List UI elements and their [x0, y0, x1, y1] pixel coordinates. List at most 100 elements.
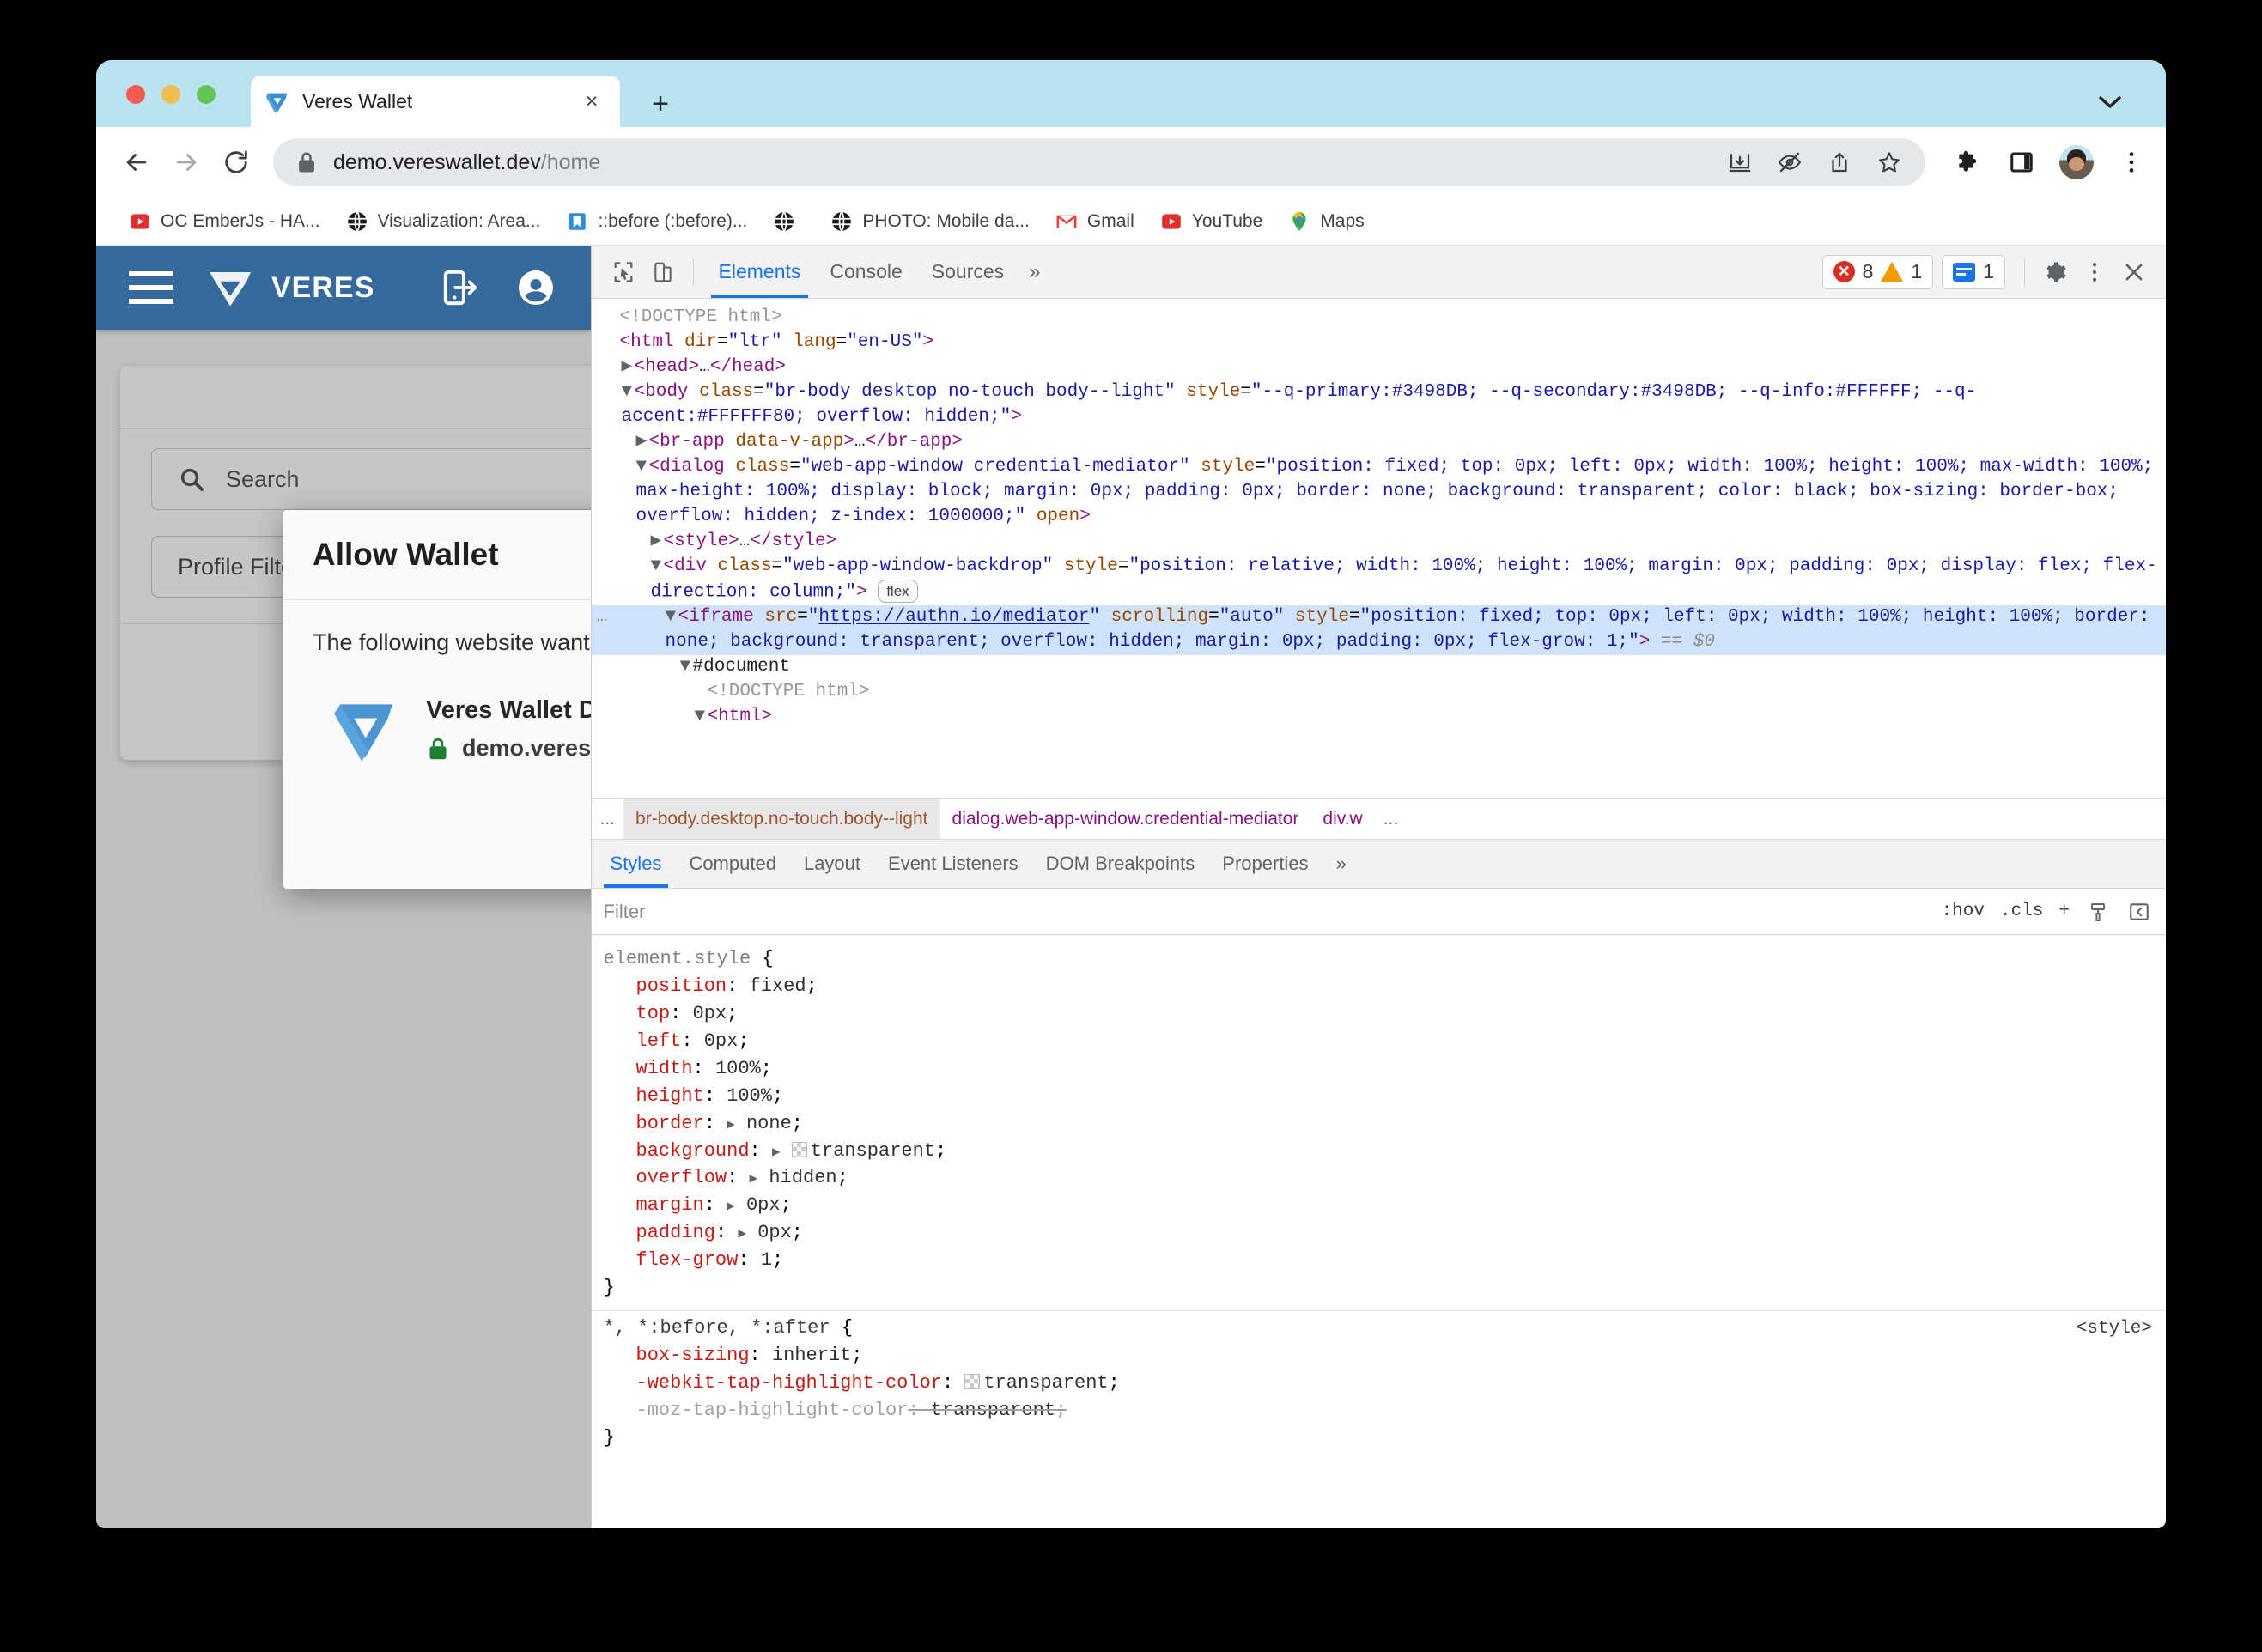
- address-bar[interactable]: demo.vereswallet.dev/home: [273, 138, 1925, 186]
- css-value[interactable]: transparent: [931, 1400, 1055, 1421]
- css-property[interactable]: background: [604, 1138, 750, 1165]
- dom-node[interactable]: ▼ <div class="web-app-window-backdrop" st…: [592, 555, 2166, 605]
- cls-toggle[interactable]: .cls: [2000, 902, 2043, 921]
- styles-more-tabs[interactable]: »: [1323, 840, 1360, 888]
- expand-triangle-icon[interactable]: ▼: [622, 380, 635, 405]
- filter-input[interactable]: Filter: [604, 901, 1942, 923]
- bookmark-item[interactable]: [763, 205, 815, 238]
- expand-triangle-icon[interactable]: ▼: [666, 605, 678, 630]
- css-value[interactable]: none: [746, 1113, 792, 1134]
- browser-tab[interactable]: Veres Wallet ×: [251, 76, 620, 127]
- expand-triangle-icon[interactable]: ▶: [727, 1117, 735, 1133]
- expand-triangle-icon[interactable]: ▶: [651, 530, 664, 555]
- css-property[interactable]: position: [604, 973, 727, 1000]
- tab-layout[interactable]: Layout: [790, 840, 874, 888]
- message-counter[interactable]: 1: [1942, 254, 2005, 289]
- css-declaration[interactable]: overflow: ▶ hidden;: [604, 1164, 2154, 1192]
- more-tabs-button[interactable]: »: [1019, 260, 1050, 284]
- forward-arrow-icon[interactable]: [161, 137, 211, 187]
- breadcrumb-item[interactable]: ...: [592, 799, 624, 839]
- css-property[interactable]: width: [604, 1055, 693, 1083]
- css-property[interactable]: overflow: [604, 1164, 727, 1192]
- close-tab-button[interactable]: ×: [577, 87, 606, 116]
- styles-rules[interactable]: element.style {position: fixed; top: 0px;…: [591, 935, 2166, 1528]
- css-property[interactable]: margin: [604, 1192, 704, 1219]
- css-value[interactable]: hidden: [769, 1167, 836, 1188]
- device-toolbar-icon[interactable]: [643, 252, 683, 292]
- inspect-element-icon[interactable]: [604, 252, 643, 292]
- tab-dom-breakpoints[interactable]: DOM Breakpoints: [1032, 840, 1209, 888]
- bookmark-item[interactable]: Visualization: Area...: [336, 205, 551, 238]
- expand-triangle-icon[interactable]: ▼: [695, 705, 708, 730]
- tab-event-listeners[interactable]: Event Listeners: [874, 840, 1032, 888]
- css-property[interactable]: box-sizing: [604, 1342, 750, 1370]
- panel-toggle-icon[interactable]: [2126, 899, 2152, 925]
- reload-icon[interactable]: [211, 137, 261, 187]
- dom-node[interactable]: <html dir="ltr" lang="en-US">: [592, 331, 2166, 355]
- close-icon[interactable]: [2114, 252, 2154, 292]
- css-declaration[interactable]: height: 100%;: [604, 1083, 2154, 1110]
- new-tab-button[interactable]: +: [644, 88, 677, 120]
- expand-triangle-icon[interactable]: ▶: [772, 1145, 781, 1160]
- expand-triangle-icon[interactable]: ▶: [738, 1226, 746, 1242]
- breadcrumb-item[interactable]: ...: [1375, 799, 1408, 839]
- css-value[interactable]: 1: [761, 1249, 772, 1271]
- minimize-window-button[interactable]: [161, 85, 180, 104]
- css-property[interactable]: -webkit-tap-highlight-color: [604, 1370, 942, 1397]
- chevron-down-icon[interactable]: [2095, 89, 2125, 115]
- css-declaration[interactable]: box-sizing: inherit;: [604, 1342, 2154, 1370]
- account-circle-icon[interactable]: [514, 265, 558, 310]
- css-value[interactable]: 0px: [757, 1222, 792, 1243]
- css-declaration[interactable]: background: ▶ transparent;: [604, 1138, 2154, 1165]
- star-icon[interactable]: [1874, 147, 1905, 178]
- dom-node[interactable]: ▶ <br-app data-v-app>…</br-app>: [592, 430, 2166, 455]
- bookmark-item[interactable]: Gmail: [1045, 205, 1145, 238]
- bookmark-item[interactable]: PHOTO: Mobile da...: [820, 205, 1040, 238]
- hamburger-icon[interactable]: [129, 271, 173, 304]
- css-value[interactable]: 100%: [727, 1085, 772, 1107]
- maximize-window-button[interactable]: [197, 85, 216, 104]
- tab-computed[interactable]: Computed: [675, 840, 790, 888]
- css-property[interactable]: -moz-tap-highlight-color: [604, 1397, 909, 1424]
- new-style-rule-button[interactable]: +: [2058, 902, 2070, 921]
- css-declaration[interactable]: -moz-tap-highlight-color: transparent;: [604, 1397, 2154, 1424]
- close-window-button[interactable]: [126, 85, 145, 104]
- hov-toggle[interactable]: :hov: [1942, 902, 1985, 921]
- share-icon[interactable]: [1824, 147, 1855, 178]
- css-declaration[interactable]: padding: ▶ 0px;: [604, 1219, 2154, 1247]
- dom-tree[interactable]: <!DOCTYPE html> <html dir="ltr" lang="en-…: [591, 299, 2166, 799]
- color-swatch[interactable]: [964, 1373, 981, 1389]
- profile-avatar[interactable]: [2059, 145, 2094, 179]
- expand-triangle-icon[interactable]: ▶: [636, 430, 649, 455]
- css-rule[interactable]: <style> *, *:before, *:after {box-sizing:…: [591, 1309, 2166, 1460]
- css-property[interactable]: padding: [604, 1219, 715, 1247]
- css-declaration[interactable]: margin: ▶ 0px;: [604, 1192, 2154, 1219]
- dom-node[interactable]: ▼ #document: [592, 655, 2166, 680]
- css-value[interactable]: 0px: [693, 1003, 727, 1024]
- node-overflow-dots[interactable]: …: [597, 605, 609, 630]
- back-arrow-icon[interactable]: [112, 137, 161, 187]
- css-declaration[interactable]: -webkit-tap-highlight-color: transparent…: [604, 1370, 2154, 1397]
- css-property[interactable]: height: [604, 1083, 704, 1110]
- paint-icon[interactable]: [2085, 899, 2111, 925]
- kebab-menu-icon[interactable]: [2116, 147, 2147, 178]
- dom-node[interactable]: ▼ <dialog class="web-app-window credentia…: [592, 455, 2166, 530]
- bookmark-item[interactable]: Maps: [1278, 205, 1374, 238]
- bookmark-item[interactable]: OC EmberJs - HA...: [119, 205, 331, 238]
- css-value[interactable]: inherit: [772, 1345, 851, 1366]
- css-property[interactable]: left: [604, 1028, 682, 1055]
- css-property[interactable]: top: [604, 1000, 671, 1028]
- tab-console[interactable]: Console: [815, 246, 916, 298]
- breadcrumb[interactable]: ... br-body.desktop.no-touch.body--light d…: [591, 798, 2166, 840]
- breadcrumb-item[interactable]: br-body.desktop.no-touch.body--light: [623, 799, 940, 840]
- expand-triangle-icon[interactable]: ▼: [636, 455, 649, 480]
- side-panel-icon[interactable]: [2006, 147, 2037, 178]
- dom-node[interactable]: ▶ <style>…</style>: [592, 530, 2166, 555]
- css-value[interactable]: 100%: [715, 1058, 761, 1079]
- dom-node[interactable]: <!DOCTYPE html>: [592, 306, 2166, 331]
- css-property[interactable]: border: [604, 1110, 704, 1138]
- breadcrumb-item[interactable]: dialog.web-app-window.credential-mediato…: [940, 799, 1311, 839]
- tab-elements[interactable]: Elements: [704, 246, 816, 298]
- tab-properties[interactable]: Properties: [1208, 840, 1322, 888]
- tab-styles[interactable]: Styles: [597, 840, 676, 889]
